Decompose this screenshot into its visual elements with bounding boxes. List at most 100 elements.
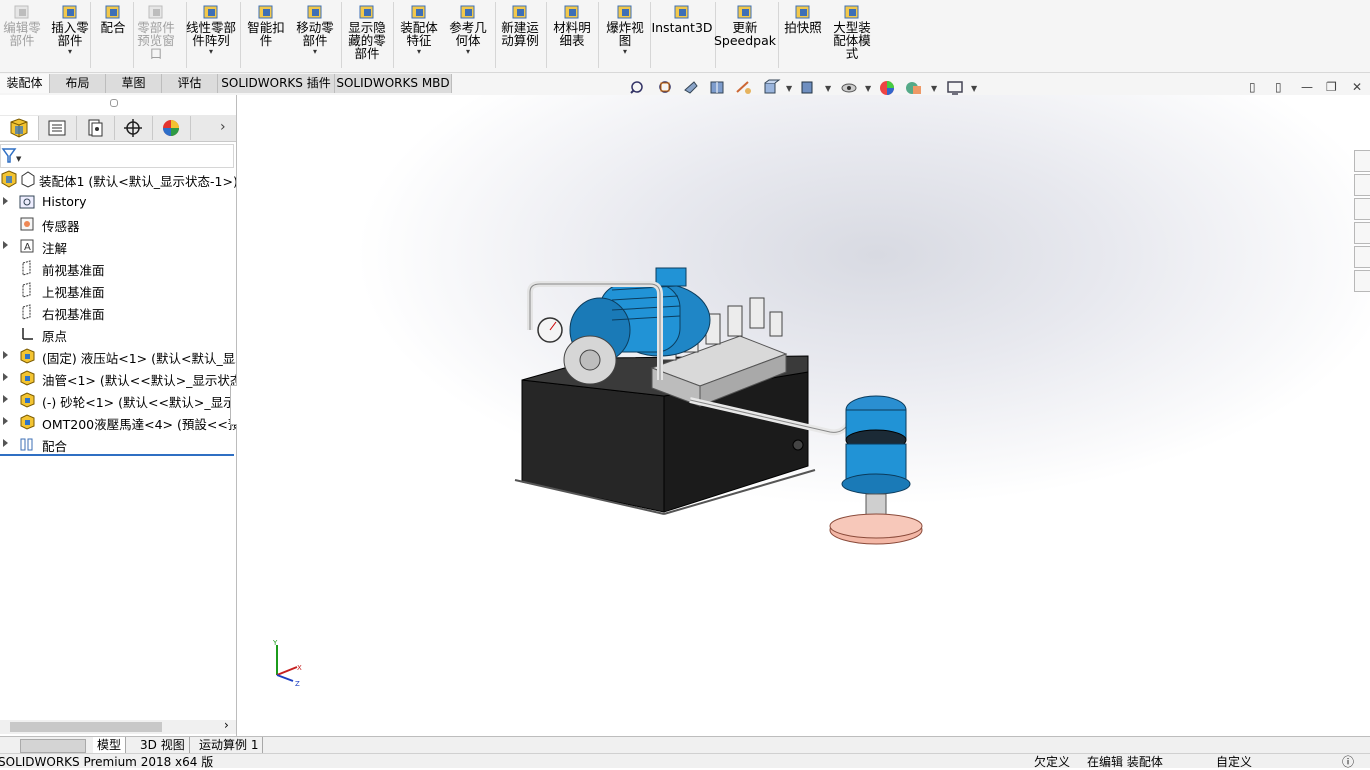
dropdown-arrow-icon[interactable]: ▾ xyxy=(68,48,72,56)
ribbon-button-6[interactable]: 移动零 部件 ▾ xyxy=(293,0,337,68)
command-tab-0[interactable]: 装配体 xyxy=(0,74,50,93)
dropdown-arrow-icon[interactable]: ▾ xyxy=(417,48,421,56)
tab-dimxpert-manager[interactable] xyxy=(114,116,153,140)
panel-splitter-handle[interactable] xyxy=(110,99,118,107)
bottom-tab-2[interactable]: 运动算例 1 xyxy=(195,737,264,753)
task-pane-home-icon[interactable] xyxy=(1354,150,1370,172)
hide-show-items-icon xyxy=(841,83,857,93)
expand-arrow-icon[interactable] xyxy=(3,417,8,425)
tree-item-label: History xyxy=(42,194,87,209)
task-pane-view-palette-icon[interactable] xyxy=(1354,222,1370,244)
bottom-tab-0[interactable]: 模型 xyxy=(93,737,127,753)
dropdown-arrow-icon[interactable]: ▾ xyxy=(623,48,627,56)
expand-arrow-icon[interactable] xyxy=(3,197,8,205)
ribbon-button-15[interactable]: 拍快照 xyxy=(783,0,823,68)
scroll-right-arrow[interactable]: › xyxy=(224,718,229,732)
expand-arrow-icon[interactable] xyxy=(3,439,8,447)
tile-left-icon[interactable]: ▯ xyxy=(1249,80,1256,94)
part-icon xyxy=(19,414,36,430)
ribbon-button-label: 零部件 预览窗 口 xyxy=(137,20,175,61)
bottom-tab-1[interactable]: 3D 视图 xyxy=(136,737,190,753)
ribbon-button-1[interactable]: 插入零 部件 ▾ xyxy=(50,0,90,68)
tab-nav-arrows[interactable] xyxy=(20,739,86,753)
ribbon-button-7[interactable]: 显示隐 藏的零 部件 xyxy=(345,0,389,68)
ribbon-button-14[interactable]: 更新 Speedpak xyxy=(714,0,776,68)
ribbon-button-5[interactable]: 智能扣 件 xyxy=(247,0,285,68)
task-pane-design-library-icon[interactable] xyxy=(1354,174,1370,196)
ribbon-separator xyxy=(133,2,134,68)
tree-item[interactable]: 传感器 xyxy=(0,213,236,235)
ribbon-button-2[interactable]: 配合 xyxy=(95,0,131,68)
dropdown-arrow-icon[interactable]: ▾ xyxy=(209,48,213,56)
tab-configuration-manager[interactable] xyxy=(76,116,115,140)
ribbon-button-3[interactable]: 零部件 预览窗 口 xyxy=(136,0,176,68)
triad-x-axis xyxy=(276,666,298,676)
status-app-name: SOLIDWORKS Premium 2018 x64 版 xyxy=(0,755,214,769)
scrollbar-thumb[interactable] xyxy=(10,722,162,732)
ribbon-button-10[interactable]: 新建运 动算例 xyxy=(498,0,542,68)
panel-horizontal-scrollbar[interactable]: › xyxy=(0,718,236,734)
ribbon-button-12[interactable]: 爆炸视 图 ▾ xyxy=(603,0,647,68)
tree-item-label: 原点 xyxy=(42,329,68,344)
ribbon-button-4[interactable]: 线性零部 件阵列 ▾ xyxy=(182,0,240,68)
command-tab-3[interactable]: 评估 xyxy=(162,74,218,93)
graphics-area[interactable]: Y X Z xyxy=(237,95,1370,736)
ribbon-button-13[interactable]: Instant3D xyxy=(651,0,713,68)
tab-property-manager[interactable] xyxy=(38,116,77,140)
panel-tabs: › xyxy=(0,115,236,142)
tree-item[interactable]: OMT200液壓馬達<4> (預設<<預設 xyxy=(0,411,236,433)
ribbon-button-11[interactable]: 材料明 细表 xyxy=(552,0,592,68)
expand-arrow-icon[interactable] xyxy=(3,351,8,359)
task-pane-custom-properties-icon[interactable] xyxy=(1354,270,1370,292)
tile-right-icon[interactable]: ▯ xyxy=(1275,80,1282,94)
tree-item[interactable]: 原点 xyxy=(0,323,236,345)
edit-component-icon xyxy=(13,3,31,21)
tree-item[interactable]: 前视基准面 xyxy=(0,257,236,279)
ribbon-separator xyxy=(598,2,599,68)
ribbon-button-8[interactable]: 装配体 特征 ▾ xyxy=(397,0,441,68)
command-manager-ribbon: 编辑零 部件 插入零 部件 ▾ 配合 零部件 预览窗 口线性零部 件阵列 ▾ 智能扣 件移动… xyxy=(0,0,1370,72)
ribbon-separator xyxy=(341,2,342,68)
expand-arrow-icon[interactable] xyxy=(3,395,8,403)
dropdown-arrow-icon[interactable]: ▾ xyxy=(313,48,317,56)
tree-item[interactable]: (-) 砂轮<1> (默认<<默认>_显示状态 xyxy=(0,389,236,411)
tree-item[interactable]: 右视基准面 xyxy=(0,301,236,323)
command-tab-1[interactable]: 布局 xyxy=(50,74,106,93)
command-tab-5[interactable]: SOLIDWORKS MBD xyxy=(335,74,452,93)
help-icon[interactable]: ⓘ xyxy=(1342,754,1354,770)
minimize-icon[interactable]: — xyxy=(1301,80,1313,94)
feature-tree-filter[interactable]: ▼ xyxy=(0,144,234,168)
tree-root-assembly[interactable]: 装配体1 (默认<默认_显示状态-1>) xyxy=(0,168,236,190)
tree-item-label: (-) 砂轮<1> (默认<<默认>_显示状态 xyxy=(42,395,236,410)
tab-display-manager[interactable] xyxy=(152,116,191,140)
dropdown-arrow-icon[interactable]: ▾ xyxy=(466,48,470,56)
ribbon-button-9[interactable]: 参考几 何体 ▾ xyxy=(446,0,490,68)
model-graphics[interactable]: Y X Z xyxy=(237,95,1370,736)
tree-item[interactable]: A 注解 xyxy=(0,235,236,257)
ribbon-button-label: 材料明 细表 xyxy=(553,20,591,48)
triad-x-label: X xyxy=(297,664,302,672)
ribbon-button-16[interactable]: 大型装 配体模 式 xyxy=(831,0,873,68)
expand-arrow-icon[interactable] xyxy=(3,373,8,381)
annotations-icon: A xyxy=(19,238,36,254)
tree-item[interactable]: History xyxy=(0,191,236,213)
svg-text:A: A xyxy=(24,242,31,253)
command-tab-4[interactable]: SOLIDWORKS 插件 xyxy=(218,74,335,93)
tree-item[interactable]: 配合 xyxy=(0,433,236,455)
task-pane-appearances-icon[interactable] xyxy=(1354,246,1370,268)
tree-item[interactable]: 上视基准面 xyxy=(0,279,236,301)
close-icon[interactable]: ✕ xyxy=(1352,80,1362,94)
panel-tabs-scroll-right[interactable]: › xyxy=(220,119,226,135)
hydraulic-station-model xyxy=(514,267,923,545)
status-units[interactable]: 自定义 xyxy=(1216,754,1252,770)
expand-arrow-icon[interactable] xyxy=(3,241,8,249)
tree-item[interactable]: (固定) 液压站<1> (默认<默认_显示 xyxy=(0,345,236,367)
ribbon-button-0[interactable]: 编辑零 部件 xyxy=(0,0,44,68)
command-tab-2[interactable]: 草图 xyxy=(106,74,162,93)
tab-feature-manager[interactable] xyxy=(0,116,39,140)
task-pane-file-explorer-icon[interactable] xyxy=(1354,198,1370,220)
tree-item[interactable]: 油管<1> (默认<<默认>_显示状态 1 xyxy=(0,367,236,389)
assembly-icon xyxy=(0,170,18,190)
dynamic-annotation-icon xyxy=(736,81,751,94)
restore-icon[interactable]: ❐ xyxy=(1326,80,1337,94)
